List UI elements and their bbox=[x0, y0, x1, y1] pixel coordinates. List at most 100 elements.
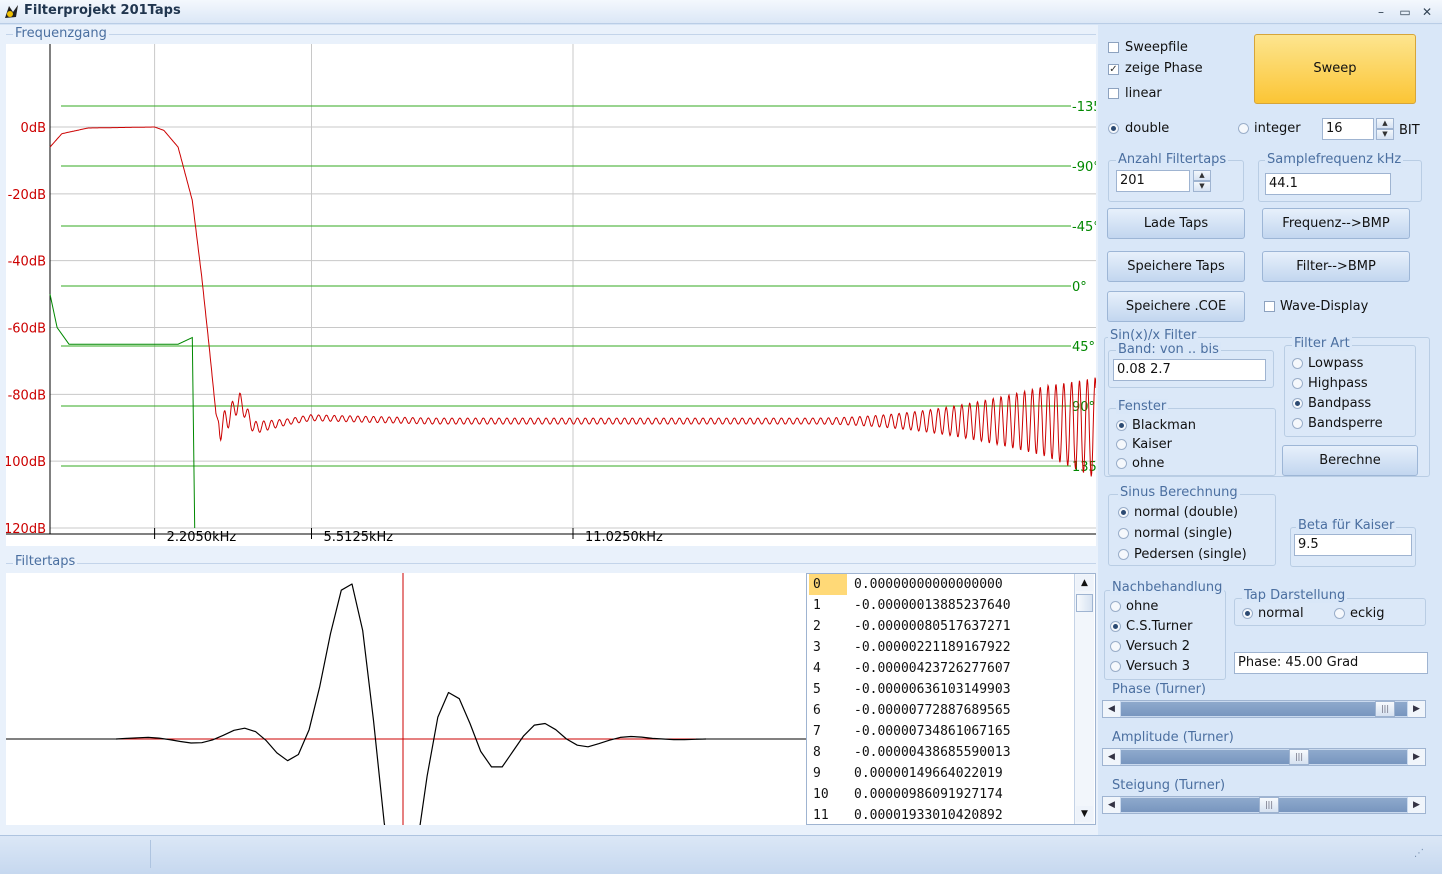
impulse-series-line bbox=[115, 583, 707, 874]
tap-value: -0.00000221189167922 bbox=[854, 640, 1011, 655]
versuch2-label: Versuch 2 bbox=[1126, 639, 1191, 654]
wave-display-label: Wave-Display bbox=[1280, 299, 1369, 314]
list-item[interactable]: 4 -0.00000423726277607 bbox=[807, 658, 1077, 679]
slider-left-icon[interactable]: ◀ bbox=[1103, 797, 1120, 813]
beta-kaiser-input[interactable]: 9.5 bbox=[1294, 534, 1412, 556]
slider-thumb[interactable]: ||| bbox=[1375, 701, 1395, 717]
scroll-thumb[interactable] bbox=[1076, 594, 1093, 612]
tap-normal-radio[interactable] bbox=[1242, 608, 1253, 619]
list-item[interactable]: 8 -0.00000438685590013 bbox=[807, 742, 1077, 763]
cs-turner-label: C.S.Turner bbox=[1126, 619, 1193, 634]
anzahl-filtertaps-input[interactable]: 201 bbox=[1116, 170, 1190, 192]
bits-input[interactable]: 16 bbox=[1322, 118, 1374, 140]
linear-checkbox[interactable] bbox=[1108, 88, 1119, 99]
lowpass-radio[interactable] bbox=[1292, 358, 1303, 369]
minimize-button[interactable]: – bbox=[1370, 3, 1392, 21]
slider-right-icon[interactable]: ▶ bbox=[1408, 749, 1425, 765]
maximize-button[interactable]: ▭ bbox=[1394, 3, 1416, 21]
sweepfile-checkbox[interactable] bbox=[1108, 42, 1119, 53]
double-radio[interactable] bbox=[1108, 123, 1119, 134]
tap-value: 0.00001933010420892 bbox=[854, 808, 1003, 823]
filter-art-label: Filter Art bbox=[1292, 336, 1352, 351]
phase-tick-label: -45° bbox=[1072, 220, 1096, 235]
pedersen-radio[interactable] bbox=[1118, 549, 1129, 560]
list-item[interactable]: 5 -0.00000636103149903 bbox=[807, 679, 1077, 700]
steigung-turner-slider[interactable]: ◀ ||| ▶ bbox=[1102, 796, 1426, 814]
list-item[interactable]: 11 0.00001933010420892 bbox=[807, 805, 1077, 824]
list-item[interactable]: 0 0.00000000000000000 bbox=[807, 574, 1077, 595]
speichere-taps-button[interactable]: Speichere Taps bbox=[1107, 251, 1245, 282]
normal-single-label: normal (single) bbox=[1134, 526, 1233, 541]
spin-down-icon[interactable]: ▼ bbox=[1193, 181, 1211, 192]
phase-turner-slider[interactable]: ◀ ||| ▶ bbox=[1102, 700, 1426, 718]
list-item[interactable]: 7 -0.00000734861067165 bbox=[807, 721, 1077, 742]
fenster-ohne-radio[interactable] bbox=[1116, 458, 1127, 469]
scroll-up-icon[interactable]: ▲ bbox=[1076, 575, 1093, 591]
normal-double-label: normal (double) bbox=[1134, 505, 1239, 520]
close-button[interactable]: ✕ bbox=[1416, 3, 1438, 21]
bandpass-label: Bandpass bbox=[1308, 396, 1372, 411]
list-item[interactable]: 1 -0.00000013885237640 bbox=[807, 595, 1077, 616]
highpass-radio[interactable] bbox=[1292, 378, 1303, 389]
bits-spinner[interactable]: ▲ ▼ bbox=[1376, 118, 1394, 140]
tap-value: -0.00000734861067165 bbox=[854, 724, 1011, 739]
zeige-phase-checkbox[interactable]: ✓ bbox=[1108, 64, 1119, 75]
kaiser-radio[interactable] bbox=[1116, 439, 1127, 450]
integer-radio[interactable] bbox=[1238, 123, 1249, 134]
filtertaps-label: Filtertaps bbox=[13, 554, 78, 569]
fenster-label: Fenster bbox=[1116, 399, 1169, 414]
normal-single-radio[interactable] bbox=[1118, 528, 1129, 539]
list-item[interactable]: 2 -0.00000080517637271 bbox=[807, 616, 1077, 637]
list-item[interactable]: 10 0.00000986091927174 bbox=[807, 784, 1077, 805]
taps-list-scrollbar[interactable]: ▲ ▼ bbox=[1074, 574, 1094, 824]
bandsperre-radio[interactable] bbox=[1292, 418, 1303, 429]
tap-value: 0.00000149664022019 bbox=[854, 766, 1003, 781]
amplitude-turner-slider[interactable]: ◀ ||| ▶ bbox=[1102, 748, 1426, 766]
sinx-filter-label: Sin(x)/x Filter bbox=[1108, 328, 1199, 343]
phase-tick-label: 0° bbox=[1072, 280, 1087, 295]
bandpass-radio[interactable] bbox=[1292, 398, 1303, 409]
list-item[interactable]: 9 0.00000149664022019 bbox=[807, 763, 1077, 784]
scroll-down-icon[interactable]: ▼ bbox=[1076, 806, 1093, 822]
slider-right-icon[interactable]: ▶ bbox=[1408, 797, 1425, 813]
normal-double-radio[interactable] bbox=[1118, 507, 1129, 518]
samplefrequenz-input[interactable]: 44.1 bbox=[1265, 173, 1391, 195]
slider-left-icon[interactable]: ◀ bbox=[1103, 749, 1120, 765]
anzahl-filtertaps-label: Anzahl Filtertaps bbox=[1116, 152, 1229, 167]
tap-index: 9 bbox=[813, 766, 821, 781]
list-item[interactable]: 3 -0.00000221189167922 bbox=[807, 637, 1077, 658]
tap-value: -0.00000013885237640 bbox=[854, 598, 1011, 613]
versuch2-radio[interactable] bbox=[1110, 641, 1121, 652]
spin-up-icon[interactable]: ▲ bbox=[1193, 170, 1211, 181]
linear-label: linear bbox=[1125, 86, 1162, 101]
sweepfile-label: Sweepfile bbox=[1125, 40, 1188, 55]
nach-ohne-radio[interactable] bbox=[1110, 601, 1121, 612]
filter-bmp-button[interactable]: Filter-->BMP bbox=[1262, 251, 1410, 282]
taps-list[interactable]: 0 0.00000000000000000 1 -0.0000001388523764… bbox=[806, 573, 1096, 825]
tap-value: -0.00000080517637271 bbox=[854, 619, 1011, 634]
slider-left-icon[interactable]: ◀ bbox=[1103, 701, 1120, 717]
speichere-coe-button[interactable]: Speichere .COE bbox=[1107, 291, 1245, 322]
frequenz-bmp-button[interactable]: Frequenz-->BMP bbox=[1262, 208, 1410, 239]
phase-tick-label: -135° bbox=[1072, 100, 1096, 115]
slider-right-icon[interactable]: ▶ bbox=[1408, 701, 1425, 717]
berechne-button[interactable]: Berechne bbox=[1282, 445, 1418, 476]
slider-thumb[interactable]: ||| bbox=[1289, 749, 1309, 765]
spin-down-icon[interactable]: ▼ bbox=[1376, 129, 1394, 140]
tap-eckig-radio[interactable] bbox=[1334, 608, 1345, 619]
sweep-button[interactable]: Sweep bbox=[1254, 34, 1416, 104]
anzahl-filtertaps-spinner[interactable]: ▲ ▼ bbox=[1193, 170, 1211, 192]
list-item[interactable]: 6 -0.00000772887689565 bbox=[807, 700, 1077, 721]
versuch3-radio[interactable] bbox=[1110, 661, 1121, 672]
band-input[interactable]: 0.08 2.7 bbox=[1113, 359, 1266, 381]
tap-index: 10 bbox=[813, 787, 829, 802]
lade-taps-button[interactable]: Lade Taps bbox=[1107, 208, 1245, 239]
blackman-radio[interactable] bbox=[1116, 420, 1127, 431]
wave-display-checkbox[interactable] bbox=[1264, 301, 1275, 312]
slider-thumb[interactable]: ||| bbox=[1259, 797, 1279, 813]
spin-up-icon[interactable]: ▲ bbox=[1376, 118, 1394, 129]
resize-grip-icon[interactable]: ⋰ bbox=[1414, 848, 1424, 859]
tap-normal-label: normal bbox=[1258, 606, 1304, 621]
y-tick-label: -40dB bbox=[8, 255, 46, 270]
cs-turner-radio[interactable] bbox=[1110, 621, 1121, 632]
